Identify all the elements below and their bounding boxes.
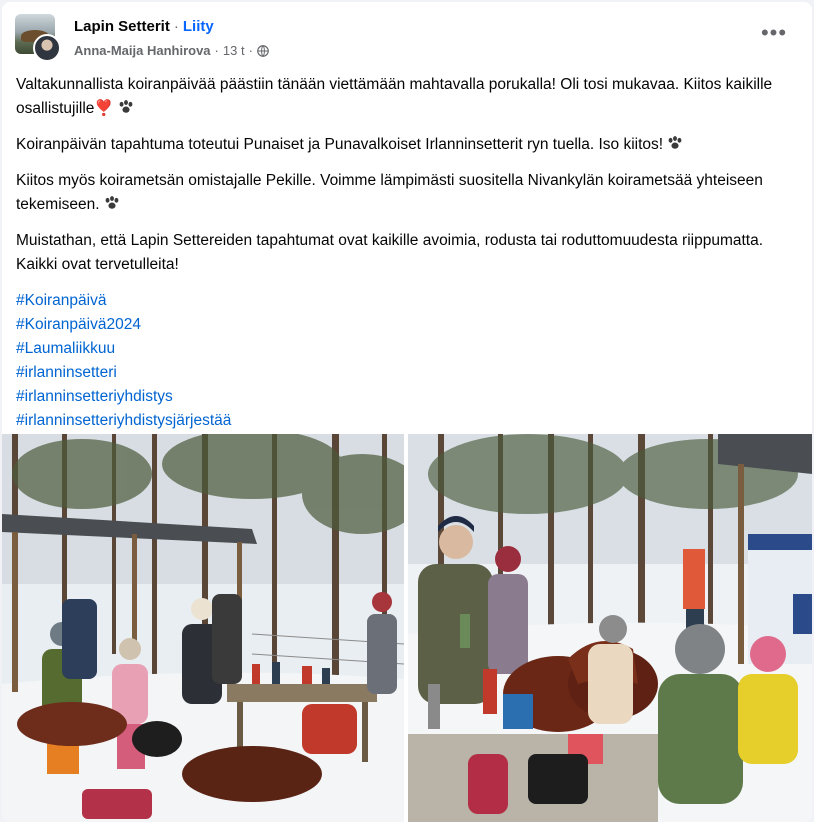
post-body: Valtakunnallista koiranpäivää päästiin t… (16, 73, 800, 433)
paw-icon (119, 100, 133, 113)
separator-dot: · (173, 18, 179, 35)
meta-separator-2: · (248, 43, 253, 58)
globe-icon[interactable] (257, 44, 269, 57)
post-card: Lapin Setterit · Liity Anna-Maija Hanhirov… (2, 2, 812, 822)
paragraph-text: Kiitos myös koirametsän omistajalle Peki… (16, 172, 763, 213)
more-options-button[interactable]: ••• (758, 22, 790, 54)
hashtag-link[interactable]: #Koiranpäivä2024 (16, 313, 800, 337)
photo-setters-children[interactable] (408, 434, 812, 822)
photo-grid (2, 434, 812, 822)
post-paragraph-4: Muistathan, että Lapin Settereiden tapah… (16, 229, 800, 277)
author-name-link[interactable]: Anna-Maija Hanhirova (74, 43, 211, 58)
paragraph-text: Muistathan, että Lapin Settereiden tapah… (16, 232, 764, 273)
paragraph-text: Koiranpäivän tapahtuma toteutui Punaiset… (16, 136, 664, 153)
hashtag-link[interactable]: #Koiranpäivä (16, 289, 800, 313)
join-button[interactable]: Liity (183, 18, 214, 35)
hashtag-link[interactable]: #irlanninsetteri (16, 361, 800, 385)
paw-icon (105, 196, 118, 209)
meta-separator: · (214, 43, 219, 58)
post-timestamp[interactable]: 13 t (223, 43, 245, 58)
hashtag-link[interactable]: #irlanninsetteriyhdistysjärjestää (16, 409, 800, 433)
post-paragraph-2: Koiranpäivän tapahtuma toteutui Punaiset… (16, 133, 800, 157)
paw-icon (668, 136, 682, 149)
post-paragraph-3: Kiitos myös koirametsän omistajalle Peki… (16, 169, 800, 217)
post-header: Lapin Setterit · Liity Anna-Maija Hanhirov… (2, 2, 812, 68)
post-paragraph-1: Valtakunnallista koiranpäivää päästiin t… (16, 73, 800, 121)
more-horizontal-icon: ••• (760, 20, 788, 45)
hashtag-link[interactable]: #Laumaliikkuu (16, 337, 800, 361)
author-avatar[interactable] (33, 34, 61, 62)
page-title-line: Lapin Setterit · Liity (74, 18, 214, 35)
hashtag-list: #Koiranpäivä #Koiranpäivä2024 #Laumaliik… (16, 289, 800, 433)
group-name-link[interactable]: Lapin Setterit (74, 18, 170, 35)
photo-shelter-table[interactable] (2, 434, 404, 822)
avatar-group-wrapper[interactable] (15, 14, 61, 62)
post-meta: Anna-Maija Hanhirova · 13 t · (74, 43, 269, 58)
hashtag-link[interactable]: #irlanninsetteriyhdistys (16, 385, 800, 409)
heart-emoji-icon: ❣️ (94, 100, 114, 117)
